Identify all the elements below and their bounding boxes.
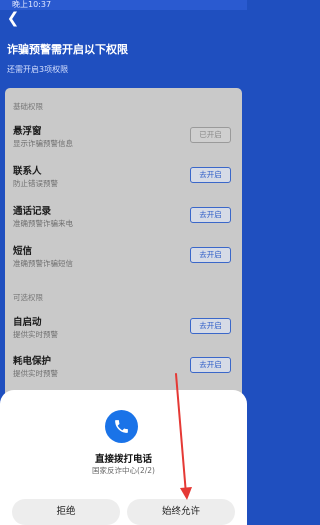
permission-desc: 准确预警诈骗短信 bbox=[13, 259, 73, 268]
permission-desc: 准确预警诈骗来电 bbox=[13, 219, 73, 228]
permission-enable-button[interactable]: 去开启 bbox=[190, 207, 231, 223]
section-label-basic: 基础权限 bbox=[13, 102, 43, 111]
permission-title: 悬浮窗 bbox=[13, 126, 42, 137]
dialog-title: 直接拨打电话 bbox=[94, 454, 152, 465]
back-arrow-icon[interactable]: ❮ bbox=[5, 10, 21, 26]
phone-glyph-icon bbox=[115, 420, 128, 433]
page-title: 诈骗预警需开启以下权限 bbox=[7, 43, 128, 56]
phone-icon bbox=[105, 410, 138, 443]
permission-row-autostart: 自启动 提供实时预警 去开启 bbox=[13, 314, 235, 344]
deny-button[interactable]: 拒绝 bbox=[12, 499, 120, 525]
section-label-optional: 可选权限 bbox=[13, 293, 43, 302]
permission-title: 通话记录 bbox=[13, 206, 52, 217]
permission-enabled-button[interactable]: 已开启 bbox=[190, 127, 231, 143]
permission-title: 自启动 bbox=[13, 317, 42, 328]
permission-enable-button[interactable]: 去开启 bbox=[190, 318, 231, 334]
permission-title: 耗电保护 bbox=[13, 356, 52, 367]
page-subtitle: 还需开启3项权限 bbox=[7, 65, 69, 74]
always-allow-button[interactable]: 始终允许 bbox=[127, 499, 235, 525]
permission-enable-button[interactable]: 去开启 bbox=[190, 247, 231, 263]
permission-row-battery-protection: 耗电保护 提供实时预警 去开启 bbox=[13, 353, 235, 383]
permission-desc: 提供实时预警 bbox=[13, 330, 58, 339]
permission-title: 短信 bbox=[13, 246, 33, 257]
permission-desc: 提供实时预警 bbox=[13, 369, 58, 378]
permission-desc: 显示诈骗预警信息 bbox=[13, 139, 73, 148]
status-bar: 晚上10:37 bbox=[0, 0, 247, 10]
permission-enable-button[interactable]: 去开启 bbox=[190, 357, 231, 373]
permission-row-call-log: 通话记录 准确预警诈骗来电 去开启 bbox=[13, 203, 235, 233]
permission-desc: 防止错误预警 bbox=[13, 179, 58, 188]
dialog-subtitle: 国家反诈中心(2/2) bbox=[92, 466, 155, 475]
permission-row-contacts: 联系人 防止错误预警 去开启 bbox=[13, 163, 235, 193]
permission-row-floating-window: 悬浮窗 显示诈骗预警信息 已开启 bbox=[13, 123, 235, 153]
permission-dialog: 直接拨打电话 国家反诈中心(2/2) 拒绝 始终允许 bbox=[0, 390, 247, 525]
permission-enable-button[interactable]: 去开启 bbox=[190, 167, 231, 183]
status-time: 晚上10:37 bbox=[12, 0, 52, 9]
permission-row-sms: 短信 准确预警诈骗短信 去开启 bbox=[13, 243, 235, 273]
permission-title: 联系人 bbox=[13, 166, 42, 177]
